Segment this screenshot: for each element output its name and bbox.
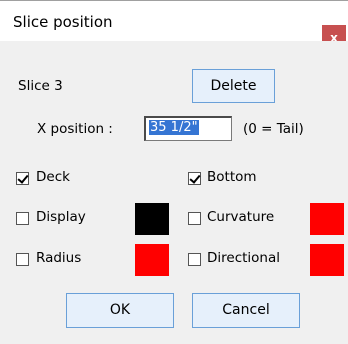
dialog-title: Slice position bbox=[13, 13, 113, 31]
cancel-button[interactable]: Cancel bbox=[192, 293, 300, 328]
display-color-swatch[interactable] bbox=[135, 203, 169, 235]
curvature-label[interactable]: Curvature bbox=[207, 209, 274, 225]
display-checkbox[interactable] bbox=[16, 212, 29, 225]
delete-button-label: Delete bbox=[210, 78, 257, 94]
slice-position-dialog: Slice position x Slice 3 Delete X positi… bbox=[0, 0, 348, 344]
display-label[interactable]: Display bbox=[36, 209, 86, 225]
x-position-input[interactable]: 35 1/2" bbox=[144, 116, 232, 141]
deck-checkbox[interactable] bbox=[16, 172, 29, 185]
x-position-label: X position : bbox=[37, 121, 113, 137]
radius-color-swatch[interactable] bbox=[135, 244, 169, 276]
ok-button-label: OK bbox=[109, 302, 131, 318]
dialog-body: Slice 3 Delete X position : 35 1/2" (0 =… bbox=[0, 41, 348, 344]
ok-button[interactable]: OK bbox=[66, 293, 174, 328]
deck-label[interactable]: Deck bbox=[36, 169, 70, 185]
radius-label[interactable]: Radius bbox=[36, 250, 81, 266]
delete-button[interactable]: Delete bbox=[192, 69, 275, 103]
radius-checkbox[interactable] bbox=[16, 253, 29, 266]
directional-color-swatch[interactable] bbox=[310, 244, 344, 276]
slice-label: Slice 3 bbox=[18, 78, 63, 94]
directional-label[interactable]: Directional bbox=[207, 250, 280, 266]
x-position-hint: (0 = Tail) bbox=[243, 121, 304, 137]
title-bar[interactable]: Slice position x bbox=[0, 1, 348, 51]
curvature-checkbox[interactable] bbox=[188, 212, 201, 225]
bottom-label[interactable]: Bottom bbox=[207, 169, 257, 185]
bottom-checkbox[interactable] bbox=[188, 172, 201, 185]
curvature-color-swatch[interactable] bbox=[310, 203, 344, 235]
x-position-value: 35 1/2" bbox=[149, 120, 199, 135]
cancel-button-label: Cancel bbox=[222, 302, 270, 318]
directional-checkbox[interactable] bbox=[188, 253, 201, 266]
